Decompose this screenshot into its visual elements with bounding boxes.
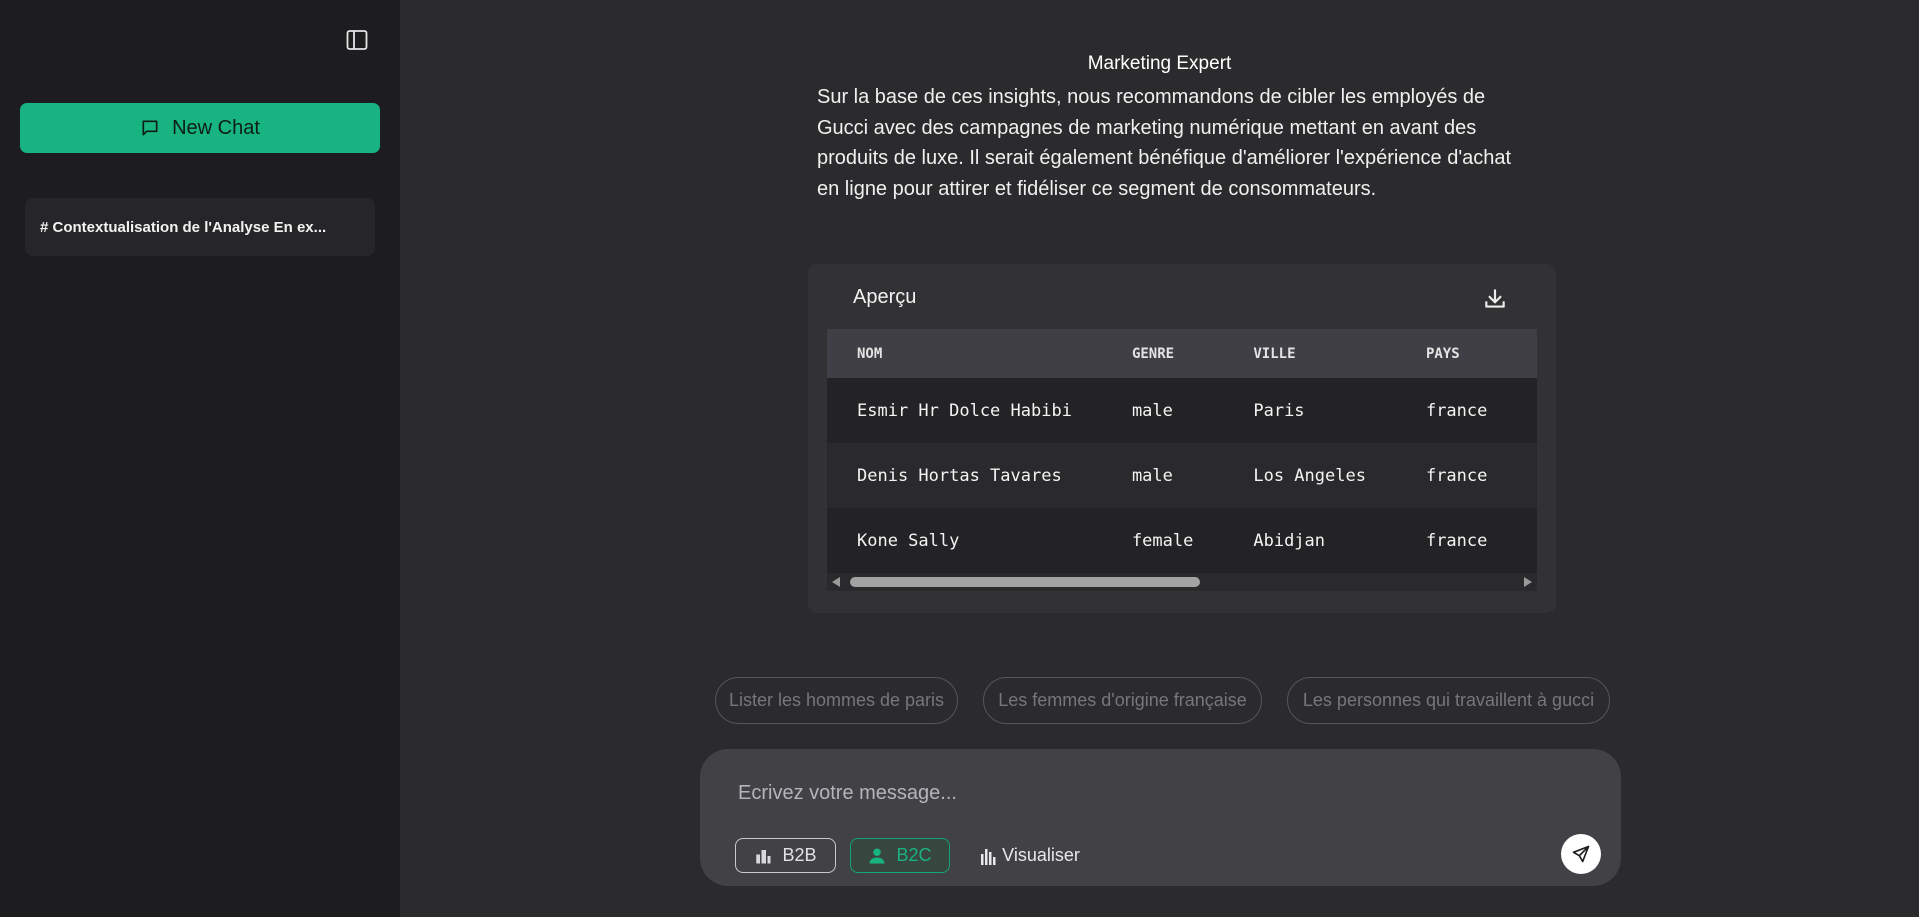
send-icon bbox=[1572, 845, 1590, 863]
table-cell: Paris bbox=[1253, 400, 1305, 421]
table-cell: Los Angeles bbox=[1253, 465, 1366, 486]
preview-title: Aperçu bbox=[853, 286, 917, 308]
b2b-toggle-button[interactable]: B2B bbox=[735, 838, 836, 873]
suggestion-chip[interactable]: Les personnes qui travaillent à gucci bbox=[1287, 677, 1610, 724]
table-row: Denis Hortas Tavares male Los Angeles fr… bbox=[827, 443, 1537, 508]
sidebar-toggle-icon[interactable] bbox=[345, 28, 371, 52]
table-cell: Abidjan bbox=[1253, 530, 1326, 551]
new-chat-button[interactable]: New Chat bbox=[20, 103, 380, 153]
table-cell: male bbox=[1131, 400, 1173, 421]
preview-table-container[interactable]: NOM GENRE VILLE PAYS EM Esmir Hr Dolce H… bbox=[827, 329, 1537, 573]
chat-history-title: # Contextualisation de l'Analyse En ex..… bbox=[40, 218, 327, 236]
suggestion-chip[interactable]: Lister les hommes de paris bbox=[715, 677, 958, 724]
visualiser-label: Visualiser bbox=[1002, 845, 1080, 865]
table-cell: Esmir Hr Dolce Habibi bbox=[857, 400, 1072, 421]
column-header-ville: VILLE bbox=[1253, 345, 1296, 362]
chat-history-item[interactable]: # Contextualisation de l'Analyse En ex..… bbox=[25, 198, 375, 256]
table-cell: france bbox=[1425, 530, 1488, 551]
b2c-toggle-button[interactable]: B2C bbox=[850, 838, 950, 873]
preview-card: Aperçu NOM GENRE VILLE PAYS EM Esmir Hr … bbox=[808, 264, 1556, 613]
scroll-left-arrow-icon[interactable] bbox=[832, 577, 840, 587]
table-cell: Kone Sally bbox=[857, 530, 960, 551]
table-cell: Denis Hortas Tavares bbox=[857, 465, 1062, 486]
download-icon[interactable] bbox=[1482, 286, 1508, 312]
table-cell: es bbox=[1517, 378, 1537, 443]
table-cell: ko bbox=[1517, 508, 1537, 573]
horizontal-scrollbar[interactable] bbox=[827, 573, 1537, 591]
send-button[interactable] bbox=[1561, 834, 1601, 874]
page-title: Marketing Expert bbox=[1087, 53, 1232, 74]
building-icon bbox=[756, 849, 771, 863]
preview-table: NOM GENRE VILLE PAYS EM Esmir Hr Dolce H… bbox=[827, 329, 1537, 573]
table-cell: de bbox=[1517, 443, 1537, 508]
b2b-label: B2B bbox=[782, 845, 817, 865]
table-cell: female bbox=[1131, 530, 1194, 551]
b2c-label: B2C bbox=[896, 845, 932, 865]
table-row: Kone Sally female Abidjan france ko bbox=[827, 508, 1537, 573]
suggestion-chip[interactable]: Les femmes d'origine française bbox=[983, 677, 1262, 724]
column-header-pays: PAYS bbox=[1425, 345, 1460, 362]
scroll-right-arrow-icon[interactable] bbox=[1524, 577, 1532, 587]
table-row: Esmir Hr Dolce Habibi male Paris france … bbox=[827, 378, 1537, 443]
chat-bubble-icon bbox=[142, 120, 158, 136]
table-cell: france bbox=[1425, 465, 1488, 486]
user-icon bbox=[869, 848, 885, 863]
bar-chart-icon bbox=[981, 848, 996, 865]
suggestion-chips: Lister les hommes de paris Les femmes d'… bbox=[0, 677, 1919, 724]
visualiser-button[interactable]: Visualiser bbox=[975, 838, 1085, 873]
message-composer: B2B B2C Visualiser bbox=[700, 749, 1621, 886]
message-input[interactable] bbox=[738, 775, 1518, 811]
new-chat-label: New Chat bbox=[172, 116, 260, 139]
table-cell: france bbox=[1425, 400, 1488, 421]
column-header-genre: GENRE bbox=[1131, 345, 1175, 362]
column-header-email: EM bbox=[1517, 329, 1537, 378]
scrollbar-thumb[interactable] bbox=[850, 577, 1200, 587]
sidebar: New Chat # Contextualisation de l'Analys… bbox=[0, 0, 400, 917]
table-header-row: NOM GENRE VILLE PAYS EM bbox=[827, 329, 1537, 378]
assistant-message-text: Sur la base de ces insights, nous recomm… bbox=[817, 86, 1512, 200]
column-header-nom: NOM bbox=[857, 345, 883, 362]
table-cell: male bbox=[1131, 465, 1173, 486]
